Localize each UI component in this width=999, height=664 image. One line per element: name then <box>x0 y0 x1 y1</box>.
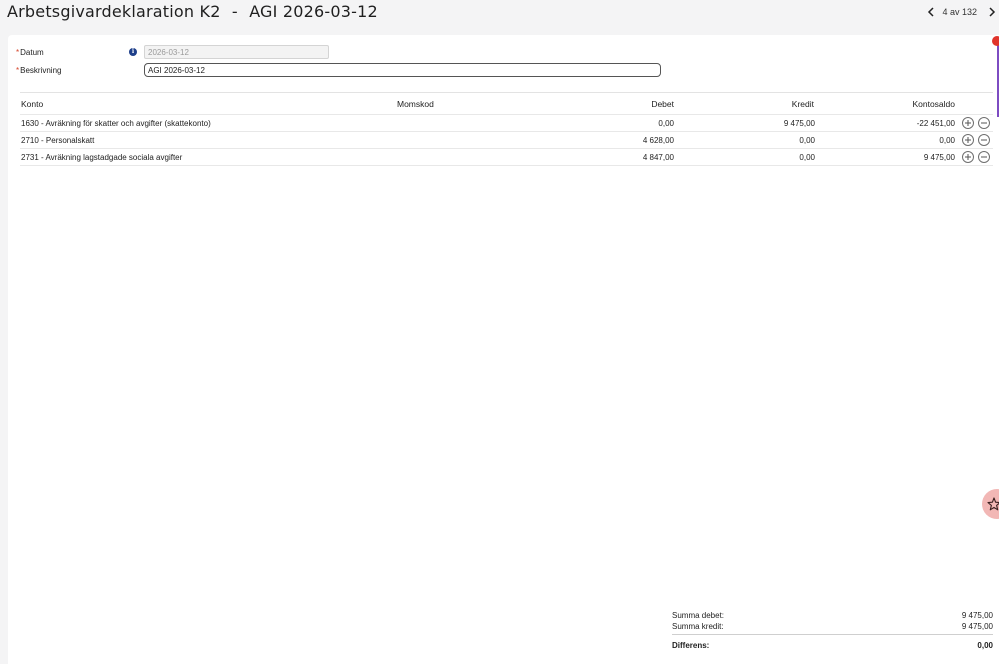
difference-label: Differens: <box>672 641 710 650</box>
remove-row-button[interactable] <box>978 151 990 163</box>
plus-circle-icon <box>965 137 971 143</box>
sum-debet-value: 9 475,00 <box>961 611 993 620</box>
info-icon[interactable]: i <box>129 48 137 56</box>
totals-summary: Summa debet: 9 475,00 Summa kredit: 9 47… <box>672 611 993 652</box>
kontosaldo-cell: -22 451,00 <box>916 118 955 128</box>
remove-row-button[interactable] <box>978 117 990 129</box>
column-header-kontosaldo[interactable]: Kontosaldo <box>912 93 955 114</box>
sum-debet-label: Summa debet: <box>672 611 725 620</box>
debet-cell[interactable]: 4 847,00 <box>643 149 674 165</box>
debet-cell[interactable]: 4 628,00 <box>643 132 674 148</box>
title-separator: - <box>231 2 238 21</box>
next-record-button[interactable] <box>985 5 999 19</box>
totals-divider <box>672 634 993 635</box>
minus-circle-icon <box>981 156 987 158</box>
remove-row-button[interactable] <box>978 134 990 146</box>
difference-value: 0,00 <box>977 641 993 650</box>
description-label-text: Beskrivning <box>20 66 62 75</box>
konto-cell[interactable]: 1630 - Avräkning för skatter och avgifte… <box>21 115 211 131</box>
required-mark: * <box>16 48 20 57</box>
date-label-text: Datum <box>20 48 44 57</box>
minus-circle-icon <box>981 122 987 124</box>
sum-kredit-value: 9 475,00 <box>961 621 993 631</box>
chevron-left-icon <box>928 7 934 17</box>
minus-circle-icon <box>981 139 987 141</box>
column-header-debet[interactable]: Debet <box>651 93 674 114</box>
sum-kredit-row: Summa kredit: 9 475,00 <box>672 622 993 633</box>
date-label: *Datum <box>16 48 44 57</box>
add-row-button[interactable] <box>962 134 974 146</box>
sparkle-star-icon <box>987 497 999 511</box>
page-title-sub: AGI 2026-03-12 <box>249 2 378 21</box>
kontosaldo-cell: 0,00 <box>939 135 955 145</box>
column-header-konto[interactable]: Konto <box>21 93 43 114</box>
plus-circle-icon <box>965 154 971 160</box>
kredit-cell[interactable]: 0,00 <box>799 132 815 148</box>
plus-circle-icon <box>965 120 971 126</box>
record-counter: 4 av 132 <box>942 7 977 17</box>
add-row-button[interactable] <box>962 117 974 129</box>
add-row-button[interactable] <box>962 151 974 163</box>
debet-cell[interactable]: 0,00 <box>658 115 674 131</box>
description-field[interactable] <box>144 63 661 77</box>
required-mark: * <box>16 66 20 75</box>
page-title: Arbetsgivardeklaration K2 - AGI 2026-03-… <box>7 2 378 22</box>
kredit-cell[interactable]: 9 475,00 <box>784 115 815 131</box>
chevron-right-icon <box>989 7 996 17</box>
sum-kredit-label: Summa kredit: <box>672 621 724 631</box>
konto-cell[interactable]: 2710 - Personalskatt <box>21 132 94 148</box>
table-row[interactable]: 2731 - Avräkning lagstadgade sociala avg… <box>20 149 993 166</box>
table-row[interactable]: 1630 - Avräkning för skatter och avgifte… <box>20 115 993 132</box>
sum-debet-row: Summa debet: 9 475,00 <box>672 611 993 622</box>
notification-badge[interactable] <box>992 36 999 46</box>
konto-cell[interactable]: 2731 - Avräkning lagstadgade sociala avg… <box>21 149 182 165</box>
kontosaldo-cell: 9 475,00 <box>923 152 955 162</box>
prev-record-button[interactable] <box>924 5 938 19</box>
date-field[interactable] <box>144 45 329 59</box>
table-row[interactable]: 2710 - Personalskatt 4 628,00 0,00 0,00 <box>20 132 993 149</box>
column-header-kredit[interactable]: Kredit <box>792 93 814 114</box>
transaction-table: Konto Momskod Debet Kredit Kontosaldo 16… <box>20 92 993 166</box>
kredit-cell[interactable]: 0,00 <box>799 149 815 165</box>
page-title-main: Arbetsgivardeklaration K2 <box>7 2 221 21</box>
column-header-momskod[interactable]: Momskod <box>397 93 434 114</box>
difference-row: Differens: 0,00 <box>672 641 993 652</box>
record-pager: 4 av 132 <box>924 3 999 21</box>
description-label: *Beskrivning <box>16 66 61 75</box>
table-header-row: Konto Momskod Debet Kredit Kontosaldo <box>20 93 993 115</box>
